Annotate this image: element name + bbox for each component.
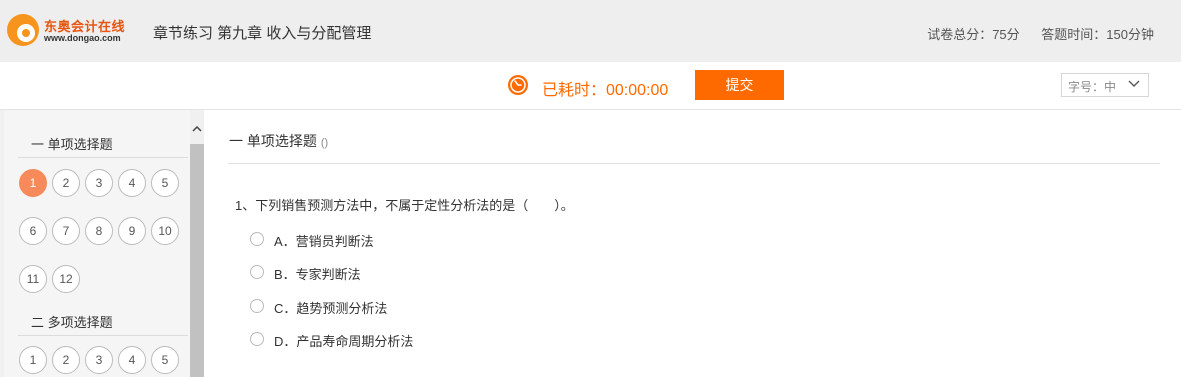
- option-label: D．产品寿命周期分析法: [274, 334, 414, 349]
- question-number-button[interactable]: 1: [19, 346, 47, 374]
- divider: [18, 335, 188, 336]
- question-number-button[interactable]: 2: [52, 346, 80, 374]
- question-number-button[interactable]: 2: [52, 169, 80, 197]
- question-navigator: 一 单项选择题 1 2 3 4 5 6 7 8 9 10 11 12 二 多项选…: [4, 110, 204, 377]
- question-number-button[interactable]: 5: [151, 346, 179, 374]
- toolbar: 已耗时：00:00:00 提交 字号：中: [0, 62, 1181, 110]
- question-number-button[interactable]: 4: [118, 169, 146, 197]
- font-size-select[interactable]: 字号：中: [1061, 73, 1149, 97]
- time-limit: 答题时间：150分钟: [1041, 27, 1154, 42]
- option-label: A．营销员判断法: [274, 234, 374, 249]
- logo[interactable]: 东奥会计在线 www.dongao.com: [6, 11, 136, 51]
- question-text: 1、下列销售预测方法中，不属于定性分析法的是（ ）。: [235, 198, 574, 213]
- section-heading-text: 一 单项选择题: [229, 133, 317, 149]
- scrollbar-thumb[interactable]: [190, 144, 204, 377]
- dongao-logo-icon: [7, 14, 39, 46]
- question-number-button[interactable]: 12: [52, 265, 80, 293]
- header: 东奥会计在线 www.dongao.com 章节练习 第九章 收入与分配管理 试…: [0, 0, 1181, 62]
- timer-icon: [508, 75, 528, 95]
- option-label: C．趋势预测分析法: [274, 301, 388, 316]
- question-number-button[interactable]: 11: [19, 265, 47, 293]
- chevron-down-icon: [1128, 80, 1140, 87]
- section-heading: 一 单项选择题(): [229, 131, 328, 151]
- radio-button[interactable]: [250, 232, 264, 246]
- radio-button[interactable]: [250, 299, 264, 313]
- question-number-button[interactable]: 7: [52, 217, 80, 245]
- question-number-button[interactable]: 1: [19, 169, 47, 197]
- section-score: (): [320, 137, 329, 149]
- page-title: 章节练习 第九章 收入与分配管理: [153, 25, 372, 42]
- elapsed-time: 已耗时：00:00:00: [542, 82, 669, 99]
- radio-button[interactable]: [250, 265, 264, 279]
- question-number-button[interactable]: 3: [85, 346, 113, 374]
- nav-section-title: 一 单项选择题: [31, 137, 113, 152]
- question-number-button[interactable]: 9: [118, 217, 146, 245]
- radio-button[interactable]: [250, 332, 264, 346]
- question-number-button[interactable]: 6: [19, 217, 47, 245]
- logo-url-text: www.dongao.com: [44, 33, 121, 43]
- font-size-label: 字号：中: [1068, 80, 1117, 94]
- submit-button[interactable]: 提交: [695, 70, 784, 100]
- divider: [228, 163, 1160, 164]
- question-panel: 一 单项选择题() 1、下列销售预测方法中，不属于定性分析法的是（ ）。 A．营…: [204, 110, 1181, 377]
- question-number-button[interactable]: 10: [151, 217, 179, 245]
- exam-meta: 试卷总分：75分 答题时间：150分钟: [927, 24, 1154, 43]
- question-number-button[interactable]: 3: [85, 169, 113, 197]
- chevron-up-icon[interactable]: [192, 124, 202, 134]
- sidebar-scrollbar[interactable]: [190, 110, 204, 377]
- question-number-button[interactable]: 8: [85, 217, 113, 245]
- question-number-button[interactable]: 5: [151, 169, 179, 197]
- nav-section-title: 二 多项选择题: [31, 315, 113, 330]
- question-number-button[interactable]: 4: [118, 346, 146, 374]
- total-score: 试卷总分：75分: [927, 27, 1020, 42]
- option-label: B．专家判断法: [274, 267, 361, 282]
- divider: [18, 157, 188, 158]
